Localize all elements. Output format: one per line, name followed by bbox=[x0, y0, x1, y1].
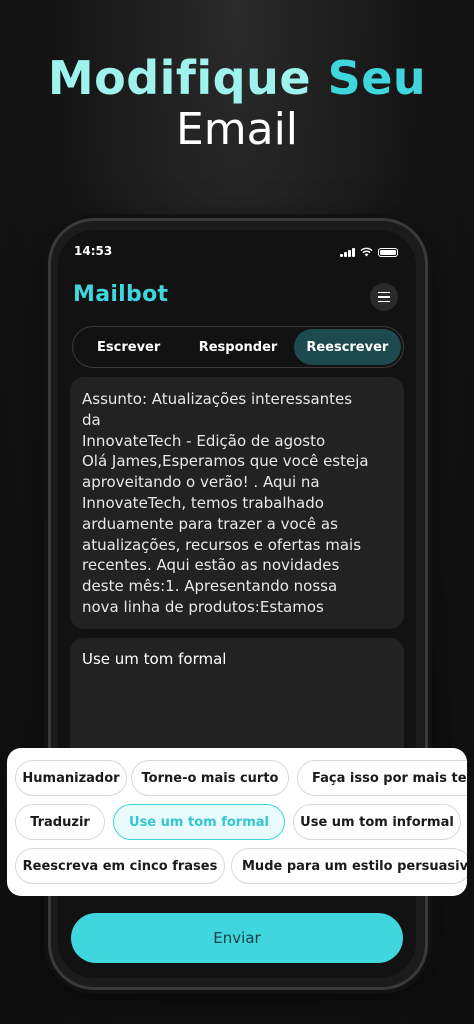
email-line: recentes. Aqui estão as novidades bbox=[82, 556, 340, 575]
chip-humanizador[interactable]: Humanizador bbox=[15, 760, 127, 796]
tab-reescrever[interactable]: Reescrever bbox=[293, 329, 401, 365]
email-line: Assunto: Atualizações interessantes bbox=[82, 390, 353, 408]
tab-escrever[interactable]: Escrever bbox=[75, 329, 182, 365]
email-line: da bbox=[82, 410, 101, 429]
tab-responder[interactable]: Responder bbox=[182, 329, 293, 365]
mode-tabs: Escrever Responder Reescrever bbox=[72, 326, 404, 368]
chip-reescreva-em-cinco-frases[interactable]: Reescreva em cinco frases bbox=[15, 848, 225, 884]
email-line: InnovateTech, temos trabalhado bbox=[82, 493, 324, 512]
promo-headline: Modifique Seu Email bbox=[0, 52, 474, 156]
email-line: atualizações, recursos e ofertas mais bbox=[82, 535, 362, 554]
email-content-box[interactable]: Assunto: Atualizações interessantes da I… bbox=[70, 377, 404, 629]
chip-torne-o-mais-curto[interactable]: Torne-o mais curto bbox=[131, 760, 289, 796]
email-line: deste mês:1. Apresentando nossa bbox=[82, 577, 338, 596]
status-bar: 14:53 bbox=[58, 244, 416, 264]
email-line: Olá James,Esperamos que você esteja bbox=[82, 452, 369, 471]
headline-line-2: Email bbox=[175, 104, 299, 155]
headline-word-modifique: Modifique bbox=[47, 51, 312, 105]
chip-mude-para-estilo-persuasivo[interactable]: Mude para um estilo persuasivo bbox=[231, 848, 467, 884]
wifi-icon bbox=[360, 247, 373, 257]
hamburger-menu-icon[interactable] bbox=[370, 283, 398, 311]
email-line: arduamente para trazer a você as bbox=[82, 514, 338, 533]
status-icons bbox=[340, 247, 398, 257]
chip-use-um-tom-informal[interactable]: Use um tom informal bbox=[293, 804, 461, 840]
chip-use-um-tom-formal[interactable]: Use um tom formal bbox=[113, 804, 285, 840]
email-line: aproveitando o verão! . Aqui na bbox=[82, 473, 320, 492]
headline-line-1: Modifique Seu bbox=[0, 52, 474, 104]
instruction-text: Use um tom formal bbox=[82, 650, 227, 668]
headline-word-seu: Seu bbox=[327, 51, 427, 105]
chip-traduzir[interactable]: Traduzir bbox=[15, 804, 105, 840]
suggestion-chips-panel: Humanizador Torne-o mais curto Faça isso… bbox=[7, 748, 467, 896]
chip-faca-isso-por-mais-tempo[interactable]: Faça isso por mais tem bbox=[297, 760, 467, 796]
signal-icon bbox=[340, 247, 355, 257]
status-time: 14:53 bbox=[74, 244, 113, 258]
send-button[interactable]: Enviar bbox=[71, 913, 403, 963]
email-line: InnovateTech - Edição de agosto bbox=[82, 431, 326, 450]
app-logo: Mailbot bbox=[73, 282, 169, 307]
email-line: nova linha de produtos:Estamos bbox=[82, 597, 324, 616]
battery-icon bbox=[378, 247, 398, 257]
